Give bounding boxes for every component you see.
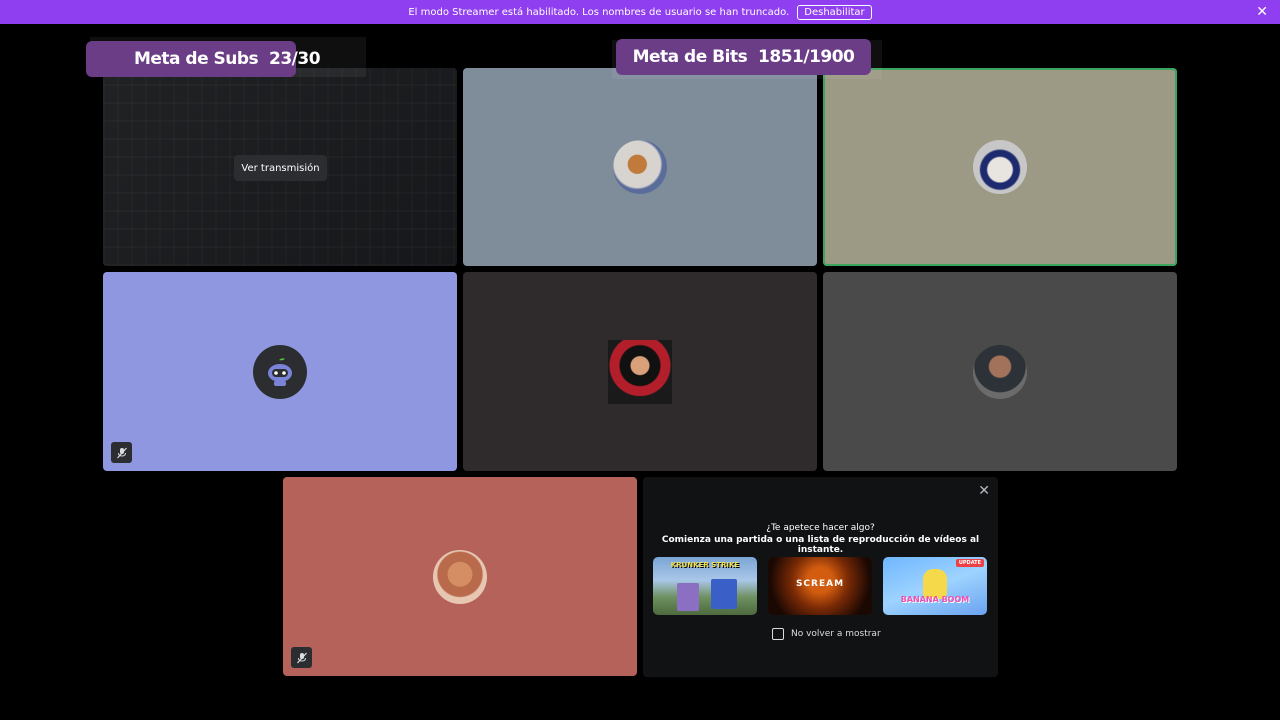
avatar bbox=[608, 339, 672, 404]
close-icon[interactable]: ✕ bbox=[978, 483, 990, 499]
mute-indicator bbox=[111, 442, 132, 463]
participant-tile[interactable] bbox=[823, 272, 1177, 471]
game-card-banana-boom[interactable]: BANANA BOOM UPDATE bbox=[883, 557, 987, 615]
dont-show-again-label: No volver a mostrar bbox=[791, 629, 881, 639]
mic-muted-icon bbox=[116, 447, 127, 458]
participant-tile[interactable] bbox=[103, 272, 457, 471]
game-card-krunker-strike[interactable]: KRUNKER STRIKE bbox=[653, 557, 757, 615]
disable-streamer-mode-button[interactable]: Deshabilitar bbox=[797, 4, 872, 20]
mute-indicator bbox=[291, 647, 312, 668]
watch-stream-button[interactable]: Ver transmisión bbox=[234, 155, 327, 181]
participant-tile[interactable] bbox=[463, 272, 817, 471]
discord-robot-icon bbox=[268, 357, 292, 386]
game-card-scream[interactable]: SCREAM bbox=[768, 557, 872, 615]
dont-show-again-checkbox[interactable]: No volver a mostrar bbox=[772, 628, 881, 640]
close-icon[interactable]: ✕ bbox=[1256, 4, 1268, 20]
avatar bbox=[973, 344, 1027, 399]
participant-tile[interactable] bbox=[283, 477, 637, 676]
mic-muted-icon bbox=[296, 652, 307, 663]
activity-suggestion-panel: ✕ ¿Te apetece hacer algo? Comienza una p… bbox=[643, 477, 998, 677]
subs-goal-text: Meta de Subs 23/30 bbox=[133, 49, 321, 69]
bits-goal-text: Meta de Bits 1851/1900 bbox=[632, 47, 855, 67]
participant-tile[interactable] bbox=[463, 68, 817, 266]
activity-subtitle: Comienza una partida o una lista de repr… bbox=[661, 535, 980, 555]
bits-goal-overlay: Meta de Bits 1851/1900 bbox=[616, 39, 871, 75]
game-character bbox=[677, 583, 699, 611]
avatar bbox=[433, 549, 487, 604]
stream-tile[interactable]: Ver transmisión bbox=[103, 68, 457, 266]
update-badge: UPDATE bbox=[955, 559, 984, 567]
call-view: El modo Streamer está habilitado. Los no… bbox=[0, 0, 1280, 720]
avatar bbox=[613, 140, 667, 194]
participant-tile-speaking[interactable] bbox=[823, 68, 1177, 266]
streamer-mode-banner: El modo Streamer está habilitado. Los no… bbox=[0, 0, 1280, 24]
game-title: BANANA BOOM bbox=[900, 595, 970, 604]
banner-message: El modo Streamer está habilitado. Los no… bbox=[408, 6, 790, 18]
subs-goal-overlay: Meta de Subs 23/30 bbox=[86, 41, 321, 77]
discord-default-avatar bbox=[253, 344, 307, 399]
game-title: KRUNKER STRIKE bbox=[670, 561, 740, 569]
activity-question: ¿Te apetece hacer algo? bbox=[766, 523, 875, 533]
checkbox-icon[interactable] bbox=[772, 628, 784, 640]
game-title: SCREAM bbox=[795, 579, 845, 589]
game-character bbox=[711, 579, 737, 609]
avatar bbox=[973, 140, 1027, 194]
